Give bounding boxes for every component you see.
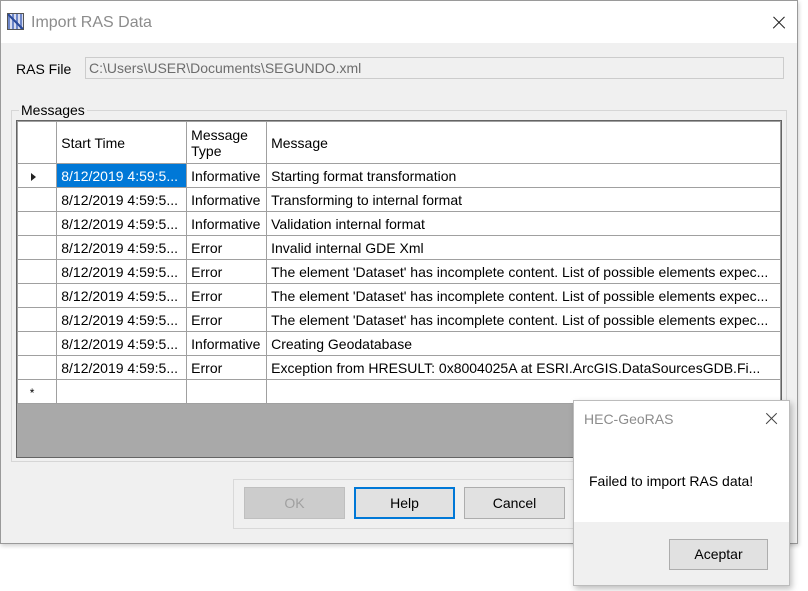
help-button[interactable]: Help — [354, 487, 455, 519]
table-row[interactable]: 8/12/2019 4:59:5... Error The element 'Dat… — [17, 283, 781, 308]
column-header-start-time[interactable]: Start Time — [56, 121, 188, 164]
cell-start-time[interactable]: 8/12/2019 4:59:5... — [56, 211, 188, 236]
ok-button[interactable]: OK — [244, 487, 345, 519]
cell-message-type[interactable]: Error — [186, 283, 268, 308]
ras-file-label: RAS File — [16, 61, 72, 77]
table-row[interactable]: 8/12/2019 4:59:5... Error Exception from H… — [17, 355, 781, 380]
grid-corner-header[interactable] — [17, 121, 58, 164]
row-header[interactable] — [17, 211, 58, 236]
cell-start-time[interactable]: 8/12/2019 4:59:5... — [56, 307, 188, 332]
row-header[interactable] — [17, 235, 58, 260]
grid-header-row: Start Time Message Type Message — [17, 121, 781, 164]
column-header-message[interactable]: Message — [266, 121, 781, 164]
cell-message-type[interactable]: Error — [186, 235, 268, 260]
table-row[interactable]: 8/12/2019 4:59:5... Error The element 'Dat… — [17, 259, 781, 284]
cell-start-time[interactable]: 8/12/2019 4:59:5... — [56, 163, 188, 188]
new-row-asterisk-icon: * — [29, 385, 35, 400]
table-row[interactable]: 8/12/2019 4:59:5... Informative Validation… — [17, 211, 781, 236]
error-message-box: HEC-GeoRAS Failed to import RAS data! Ac… — [573, 400, 790, 586]
cell-message-type[interactable]: Error — [186, 307, 268, 332]
cell-message[interactable]: Creating Geodatabase — [266, 331, 781, 356]
cell-message-type[interactable]: Error — [186, 355, 268, 380]
cell-message[interactable]: The element 'Dataset' has incomplete con… — [266, 283, 781, 308]
cell-message[interactable]: The element 'Dataset' has incomplete con… — [266, 307, 781, 332]
cell-start-time[interactable]: 8/12/2019 4:59:5... — [56, 355, 188, 380]
cell-message-type[interactable]: Informative — [186, 187, 268, 212]
column-header-message-type-line2: Type — [191, 142, 222, 159]
table-row[interactable]: 8/12/2019 4:59:5... Informative Creating G… — [17, 331, 781, 356]
row-header[interactable] — [17, 355, 58, 380]
message-box-text: Failed to import RAS data! — [589, 473, 754, 489]
new-row-cell[interactable] — [56, 379, 188, 404]
ras-file-field[interactable] — [85, 57, 784, 79]
cell-message[interactable]: Invalid internal GDE Xml — [266, 235, 781, 260]
cell-message[interactable]: Validation internal format — [266, 211, 781, 236]
row-header[interactable] — [17, 187, 58, 212]
table-row[interactable]: 8/12/2019 4:59:5... Error The element 'Dat… — [17, 307, 781, 332]
current-row-arrow-icon — [30, 172, 36, 181]
row-header[interactable] — [17, 331, 58, 356]
table-row[interactable]: 8/12/2019 4:59:5... Error Invalid internal… — [17, 235, 781, 260]
new-row-cell[interactable] — [186, 379, 268, 404]
cancel-button[interactable]: Cancel — [464, 487, 565, 519]
cell-message[interactable]: Transforming to internal format — [266, 187, 781, 212]
cell-start-time[interactable]: 8/12/2019 4:59:5... — [56, 331, 188, 356]
cell-start-time[interactable]: 8/12/2019 4:59:5... — [56, 283, 188, 308]
cell-message[interactable]: Starting format transformation — [266, 163, 781, 188]
cell-start-time[interactable]: 8/12/2019 4:59:5... — [56, 187, 188, 212]
cell-message-type[interactable]: Informative — [186, 163, 268, 188]
column-header-message-type[interactable]: Message Type — [186, 121, 268, 164]
row-header[interactable] — [17, 163, 58, 188]
cell-message[interactable]: Exception from HRESULT: 0x8004025A at ES… — [266, 355, 781, 380]
column-header-message-type-line1: Message — [191, 126, 248, 143]
app-icon — [7, 13, 24, 30]
cell-start-time[interactable]: 8/12/2019 4:59:5... — [56, 235, 188, 260]
table-row[interactable]: 8/12/2019 4:59:5... Informative Starting f… — [17, 163, 781, 188]
cell-start-time[interactable]: 8/12/2019 4:59:5... — [56, 259, 188, 284]
accept-button[interactable]: Aceptar — [669, 539, 768, 570]
messages-table: Start Time Message Type Message 8/12/201… — [17, 121, 781, 404]
row-header[interactable] — [17, 307, 58, 332]
table-row[interactable]: 8/12/2019 4:59:5... Informative Transformi… — [17, 187, 781, 212]
close-icon[interactable] — [765, 9, 793, 37]
messages-group-label: Messages — [19, 102, 87, 118]
row-header[interactable] — [17, 283, 58, 308]
row-header[interactable] — [17, 259, 58, 284]
title-bar: Import RAS Data — [1, 1, 797, 43]
message-box-footer: Aceptar — [574, 522, 789, 585]
message-box-close-icon[interactable] — [760, 407, 784, 431]
cell-message-type[interactable]: Informative — [186, 211, 268, 236]
window-title: Import RAS Data — [31, 14, 152, 31]
cell-message-type[interactable]: Error — [186, 259, 268, 284]
cell-message[interactable]: The element 'Dataset' has incomplete con… — [266, 259, 781, 284]
message-box-title: HEC-GeoRAS — [584, 411, 674, 427]
new-row-header[interactable]: * — [17, 379, 58, 404]
cell-message-type[interactable]: Informative — [186, 331, 268, 356]
